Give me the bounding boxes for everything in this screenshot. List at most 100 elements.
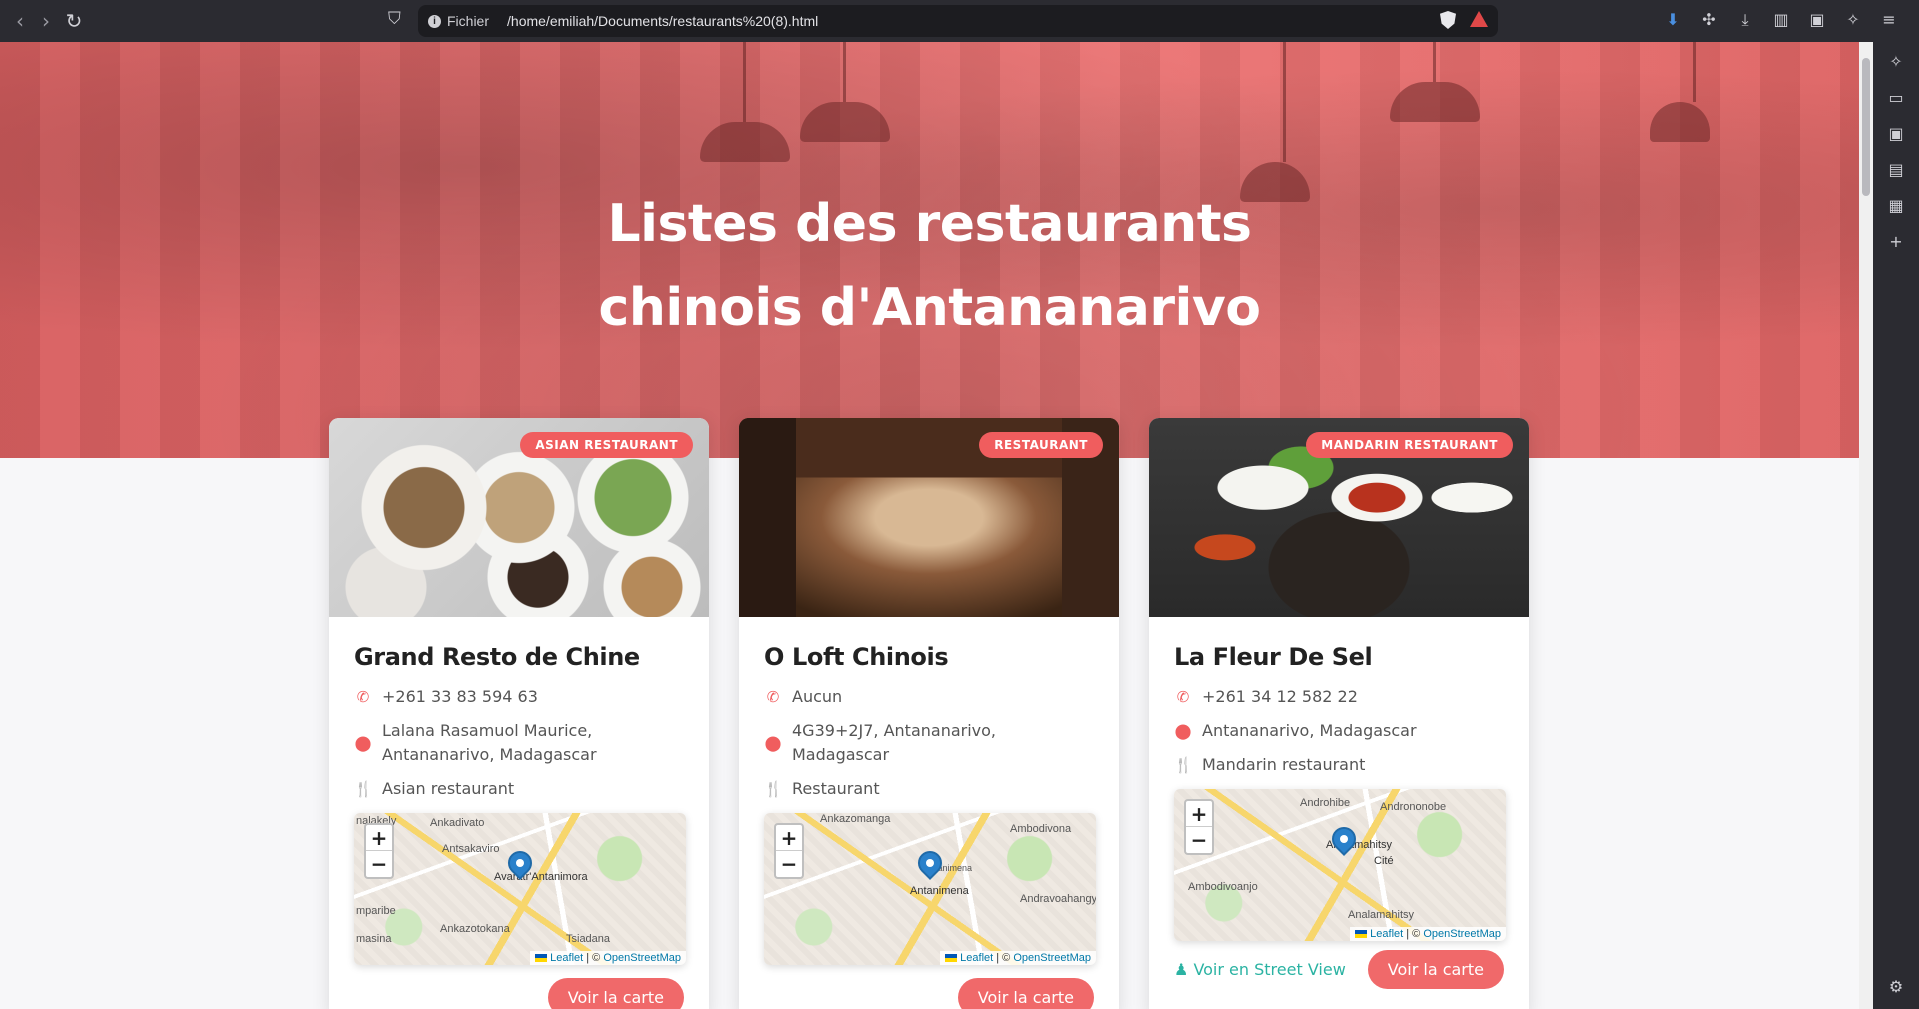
back-icon[interactable]: ‹ — [8, 9, 32, 33]
page-title: Listes des restaurants chinois d'Antanan… — [0, 182, 1859, 350]
phone-icon: ✆ — [1176, 688, 1190, 706]
info-icon: i — [428, 14, 441, 28]
map-label: Antanimena — [910, 885, 969, 897]
zoom-in-button[interactable]: + — [1186, 801, 1212, 827]
map-label: Andrononobe — [1380, 801, 1447, 813]
restaurant-name: Grand Resto de Chine — [354, 643, 640, 671]
restaurant-map[interactable]: nalakely Ankadivato Antsakaviro Avaratr'… — [354, 813, 686, 965]
url-text[interactable]: /home/emiliah/Documents/restaurants%20(8… — [507, 13, 818, 29]
page-title-line2: chinois d'Antananarivo — [598, 278, 1261, 338]
lamp-decoration — [1650, 42, 1710, 142]
lamp-decoration — [800, 42, 890, 142]
restaurant-photo: MANDARIN RESTAURANT — [1149, 418, 1529, 617]
bookmark-icon[interactable]: ⛉ — [388, 9, 401, 29]
wallet-icon[interactable]: ▣ — [1807, 10, 1827, 30]
category-row: 🍴 Asian restaurant — [354, 777, 684, 801]
map-label: Ankadivato — [430, 817, 485, 829]
utensils-icon: 🍴 — [764, 780, 783, 798]
reload-icon[interactable]: ↻ — [62, 9, 86, 33]
forward-icon[interactable]: › — [34, 9, 58, 33]
map-label: Avaratr'Antanimora — [494, 871, 588, 883]
restaurant-photo: RESTAURANT — [739, 418, 1119, 617]
address-bar[interactable]: i Fichier /home/emiliah/Documents/restau… — [418, 5, 1498, 37]
site-info[interactable]: i Fichier — [428, 13, 489, 29]
extension-icon[interactable]: ⬇ — [1663, 10, 1683, 30]
category-badge: ASIAN RESTAURANT — [520, 432, 693, 458]
leaflet-link[interactable]: Leaflet — [960, 952, 993, 964]
map-label: Andravoahangy — [1020, 893, 1096, 905]
osm-link[interactable]: OpenStreetMap — [1013, 952, 1091, 964]
brave-rewards-icon[interactable] — [1470, 11, 1488, 27]
osm-link[interactable]: OpenStreetMap — [603, 952, 681, 964]
utensils-icon: 🍴 — [354, 780, 373, 798]
category-row: 🍴 Mandarin restaurant — [1174, 753, 1504, 777]
page-title-line1: Listes des restaurants — [607, 194, 1252, 254]
map-attribution: Leaflet | © OpenStreetMap — [530, 951, 686, 965]
restaurant-photo: ASIAN RESTAURANT — [329, 418, 709, 617]
download-icon[interactable]: ⤓ — [1735, 10, 1755, 30]
browser-side-panel: ✧ ▭ ▣ ▤ ▦ + ⚙ — [1873, 42, 1919, 1009]
restaurant-card: ASIAN RESTAURANT Grand Resto de Chine ✆ … — [329, 418, 709, 1009]
address-row: ⬤ Lalana Rasamuol Maurice, Antananarivo, … — [354, 719, 684, 767]
view-map-button[interactable]: Voir la carte — [1367, 950, 1504, 989]
ukraine-flag-icon — [535, 954, 548, 963]
ukraine-flag-icon — [945, 954, 958, 963]
map-pin-icon: ⬤ — [354, 734, 372, 752]
osm-link[interactable]: OpenStreetMap — [1423, 928, 1501, 940]
phone-row: ✆ Aucun — [764, 685, 1094, 709]
phone-row: ✆ +261 33 83 594 63 — [354, 685, 684, 709]
phone-text: Aucun — [792, 687, 843, 706]
menu-icon[interactable]: ≡ — [1879, 10, 1899, 30]
address-text: Antananarivo, Madagascar — [1202, 721, 1417, 740]
restaurant-name: La Fleur De Sel — [1174, 643, 1373, 671]
address-row: ⬤ 4G39+2J7, Antananarivo, Madagascar — [764, 719, 1094, 767]
leo-ai-icon[interactable]: ✧ — [1886, 52, 1906, 72]
wallet-icon[interactable]: ▣ — [1886, 124, 1906, 144]
restaurant-map[interactable]: Ankazomanga Ambodivona Antanimena Antani… — [764, 813, 1096, 965]
street-view-link[interactable]: ♟ Voir en Street View — [1174, 960, 1346, 979]
map-label: Analamahitsy — [1348, 909, 1415, 921]
map-label: Antsakaviro — [442, 843, 500, 855]
reading-list-icon[interactable]: ▦ — [1886, 196, 1906, 216]
category-badge: RESTAURANT — [979, 432, 1103, 458]
ukraine-flag-icon — [1355, 930, 1368, 939]
leaflet-link[interactable]: Leaflet — [550, 952, 583, 964]
map-marker-icon[interactable] — [913, 846, 947, 880]
add-icon[interactable]: + — [1886, 232, 1906, 252]
page-content: Listes des restaurants chinois d'Antanan… — [0, 42, 1859, 1009]
zoom-in-button[interactable]: + — [776, 825, 802, 851]
category-badge: MANDARIN RESTAURANT — [1306, 432, 1513, 458]
zoom-out-button[interactable]: − — [366, 851, 392, 877]
map-zoom-control: + − — [1184, 799, 1214, 855]
category-row: 🍴 Restaurant — [764, 777, 1094, 801]
map-pin-icon: ⬤ — [764, 734, 782, 752]
sidebar-toggle-icon[interactable]: ▥ — [1771, 10, 1791, 30]
leaflet-link[interactable]: Leaflet — [1370, 928, 1403, 940]
page-scrollbar[interactable] — [1859, 42, 1873, 1009]
brave-shield-icon[interactable] — [1440, 11, 1456, 29]
scroll-thumb[interactable] — [1862, 58, 1870, 196]
restaurant-name: O Loft Chinois — [764, 643, 949, 671]
zoom-out-button[interactable]: − — [1186, 827, 1212, 853]
news-icon[interactable]: ▭ — [1886, 88, 1906, 108]
restaurant-card: MANDARIN RESTAURANT La Fleur De Sel ✆ +2… — [1149, 418, 1529, 1009]
zoom-in-button[interactable]: + — [366, 825, 392, 851]
map-label: Tsiadana — [566, 933, 611, 945]
map-label: Cité — [1374, 855, 1394, 867]
view-map-button[interactable]: Voir la carte — [957, 978, 1094, 1009]
restaurant-map[interactable]: Androhibe Andrononobe Analamahitsy Cité … — [1174, 789, 1506, 941]
phone-row: ✆ +261 34 12 582 22 — [1174, 685, 1504, 709]
settings-gear-icon[interactable]: ⚙ — [1886, 977, 1906, 997]
url-scheme-label: Fichier — [447, 13, 490, 29]
puzzle-icon[interactable]: ✣ — [1699, 10, 1719, 30]
view-map-button[interactable]: Voir la carte — [547, 978, 684, 1009]
bookmarks-icon[interactable]: ▤ — [1886, 160, 1906, 180]
map-pin-icon: ⬤ — [1174, 722, 1192, 740]
address-row: ⬤ Antananarivo, Madagascar — [1174, 719, 1504, 743]
browser-toolbar: ‹ › ↻ ⛉ i Fichier /home/emiliah/Document… — [0, 0, 1919, 42]
leo-ai-icon[interactable]: ✧ — [1843, 10, 1863, 30]
map-label: mparibe — [356, 905, 396, 917]
lamp-decoration — [700, 42, 790, 162]
category-text: Restaurant — [792, 779, 880, 798]
zoom-out-button[interactable]: − — [776, 851, 802, 877]
